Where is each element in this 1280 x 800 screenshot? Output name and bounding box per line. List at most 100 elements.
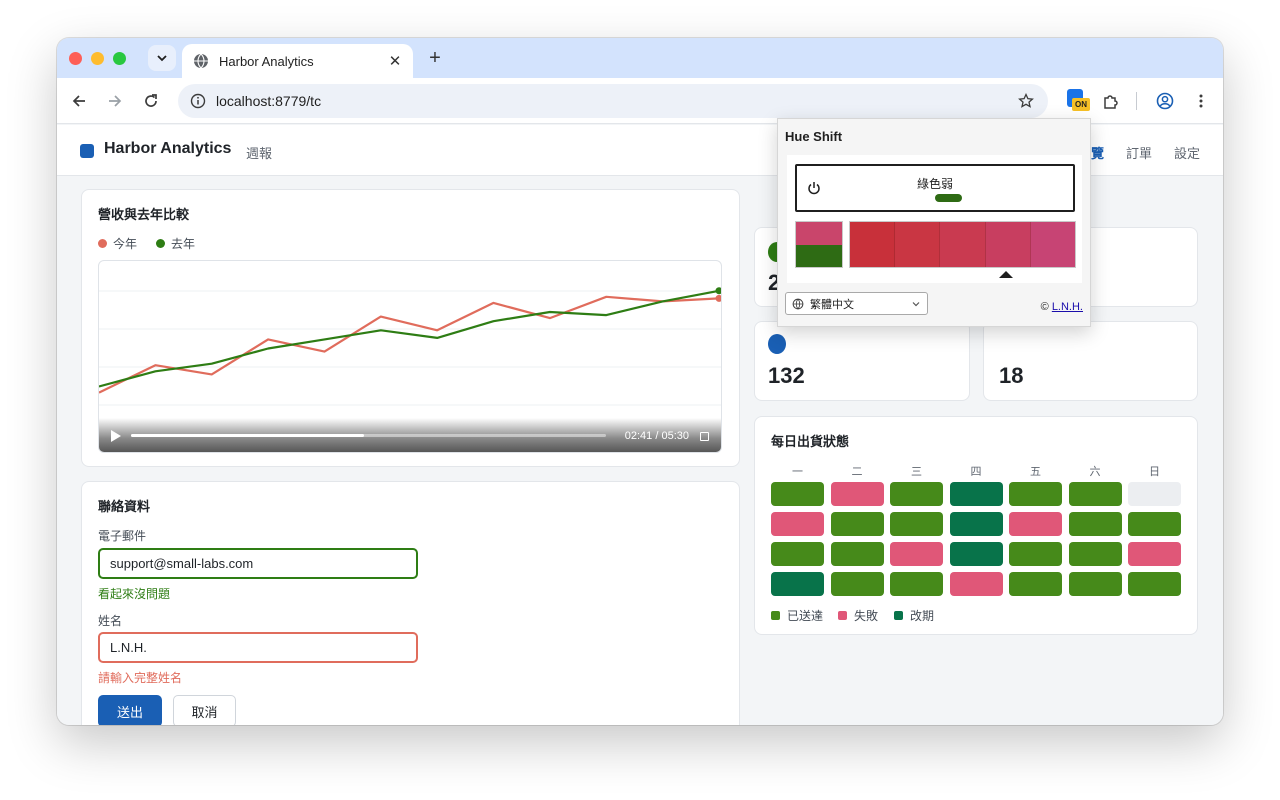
- fullscreen-icon[interactable]: [700, 432, 709, 441]
- status-cell-failed[interactable]: [771, 512, 824, 536]
- reload-button[interactable]: [139, 89, 163, 113]
- legend-swatch: [838, 611, 847, 620]
- legend-delivered: 已送達: [771, 607, 823, 624]
- app-logo: [80, 144, 94, 158]
- back-button[interactable]: [67, 89, 91, 113]
- forward-button[interactable]: [103, 89, 127, 113]
- status-cell-failed[interactable]: [890, 542, 943, 566]
- maximize-window-button[interactable]: [113, 52, 126, 65]
- contact-card: 聯絡資料 電子郵件 看起來沒問題 姓名 請輸入完整姓名 送出 取消: [81, 481, 740, 725]
- status-cell-delivered[interactable]: [771, 482, 824, 506]
- hue-swatch[interactable]: [895, 222, 941, 267]
- status-cell-delivered[interactable]: [830, 572, 884, 596]
- app-subtitle: 週報: [246, 147, 273, 162]
- status-cell-delivered[interactable]: [1128, 512, 1181, 536]
- status-cell-none[interactable]: [1128, 482, 1181, 506]
- tab-close-icon[interactable]: ✕: [387, 52, 403, 70]
- series-end-point: [715, 294, 721, 302]
- revenue-legend-last-year: 去年: [156, 235, 195, 252]
- status-cell-rescheduled[interactable]: [949, 512, 1003, 536]
- submit-button[interactable]: 送出: [98, 695, 162, 725]
- status-cell-delivered[interactable]: [1128, 572, 1181, 596]
- shipping-card-title: 每日出貨狀態: [771, 435, 850, 450]
- status-cell-delivered[interactable]: [1009, 482, 1062, 506]
- chevron-down-icon: [157, 55, 167, 62]
- status-cell-delivered[interactable]: [771, 542, 824, 566]
- legend-dot: [98, 239, 107, 248]
- profile-button[interactable]: [1153, 89, 1177, 113]
- stat-value: 132: [768, 363, 805, 388]
- credit-link[interactable]: L.N.H.: [1052, 301, 1083, 313]
- status-cell-delivered[interactable]: [1009, 572, 1062, 596]
- new-tab-button[interactable]: +: [423, 46, 447, 70]
- url-text[interactable]: localhost:8779/tc: [216, 93, 1018, 109]
- legend-label: 改期: [910, 609, 935, 623]
- legend-label: 失敗: [854, 609, 879, 623]
- stat-value: 18: [999, 363, 1024, 388]
- hue-swatch[interactable]: [1030, 222, 1076, 267]
- tab-title: Harbor Analytics: [219, 53, 314, 69]
- email-label: 電子郵件: [98, 529, 147, 543]
- hue-swatch[interactable]: [850, 222, 896, 267]
- status-cell-failed[interactable]: [1128, 542, 1181, 566]
- hue-swatch[interactable]: [985, 222, 1031, 267]
- status-cell-delivered[interactable]: [830, 512, 884, 536]
- status-cell-rescheduled[interactable]: [949, 542, 1003, 566]
- nav-overview[interactable]: 覽: [1091, 143, 1104, 162]
- status-cell-failed[interactable]: [1009, 512, 1062, 536]
- language-select[interactable]: 繁體中文: [785, 292, 928, 315]
- tab-search-button[interactable]: [148, 45, 176, 71]
- status-cell-delivered[interactable]: [830, 542, 884, 566]
- name-field[interactable]: [98, 632, 418, 663]
- cancel-button[interactable]: 取消: [173, 695, 236, 725]
- status-cell-delivered[interactable]: [1068, 482, 1122, 506]
- status-cell-failed[interactable]: [830, 482, 884, 506]
- browser-tab[interactable]: Harbor Analytics ✕: [182, 44, 413, 78]
- weekday-label: 一: [792, 465, 803, 478]
- nav-orders[interactable]: 訂單: [1126, 143, 1152, 162]
- mode-toggle[interactable]: 綠色弱: [795, 164, 1075, 212]
- hue-shift-extension-button[interactable]: ON: [1067, 89, 1090, 113]
- hue-swatch[interactable]: [940, 222, 986, 267]
- status-cell-delivered[interactable]: [1068, 572, 1122, 596]
- site-info-icon[interactable]: [190, 93, 206, 109]
- nav-settings[interactable]: 設定: [1174, 143, 1200, 162]
- globe-icon: [194, 53, 208, 69]
- revenue-chart-video[interactable]: 02:41 / 05:30: [98, 260, 722, 453]
- legend-dot: [156, 239, 165, 248]
- more-vertical-icon: [1199, 94, 1203, 108]
- video-controls: 02:41 / 05:30: [99, 418, 721, 452]
- copyright-symbol: ©: [1040, 301, 1049, 313]
- status-cell-rescheduled[interactable]: [949, 482, 1003, 506]
- bookmark-star-icon[interactable]: [1018, 93, 1034, 109]
- close-window-button[interactable]: [69, 52, 82, 65]
- play-icon[interactable]: [111, 430, 121, 442]
- status-cell-failed[interactable]: [949, 572, 1003, 596]
- extensions-button[interactable]: [1099, 89, 1123, 113]
- minimize-window-button[interactable]: [91, 52, 104, 65]
- status-cell-delivered[interactable]: [890, 482, 943, 506]
- status-cell-delivered[interactable]: [1009, 542, 1062, 566]
- email-field[interactable]: [98, 548, 418, 579]
- arrow-right-icon: [109, 95, 122, 107]
- revenue-card-title: 營收與去年比較: [98, 208, 190, 223]
- status-cell-delivered[interactable]: [1068, 512, 1122, 536]
- credit: © L.N.H.: [1041, 301, 1083, 313]
- series-end-point: [715, 287, 721, 295]
- video-time: 02:41 / 05:30: [624, 430, 689, 442]
- mode-label: 綠色弱: [916, 177, 953, 191]
- status-cell-rescheduled[interactable]: [771, 572, 824, 596]
- name-error-text: 請輸入完整姓名: [98, 671, 183, 685]
- legend-label: 去年: [171, 237, 196, 251]
- shipping-status-card: 每日出貨狀態 一 二 三 四 五 六 日 已送達 失敗 改期: [754, 416, 1198, 635]
- status-cell-delivered[interactable]: [1068, 542, 1122, 566]
- address-bar[interactable]: localhost:8779/tc: [178, 84, 1048, 118]
- name-label: 姓名: [98, 614, 123, 628]
- status-cell-delivered[interactable]: [890, 512, 943, 536]
- video-seek-bar[interactable]: [131, 434, 606, 437]
- revenue-card: 營收與去年比較 今年 去年 02:41 / 05:30: [81, 189, 740, 467]
- app-title: Harbor Analytics: [104, 140, 232, 157]
- status-cell-delivered[interactable]: [890, 572, 943, 596]
- browser-menu-button[interactable]: [1189, 89, 1213, 113]
- hue-swatch-picker[interactable]: [849, 221, 1076, 268]
